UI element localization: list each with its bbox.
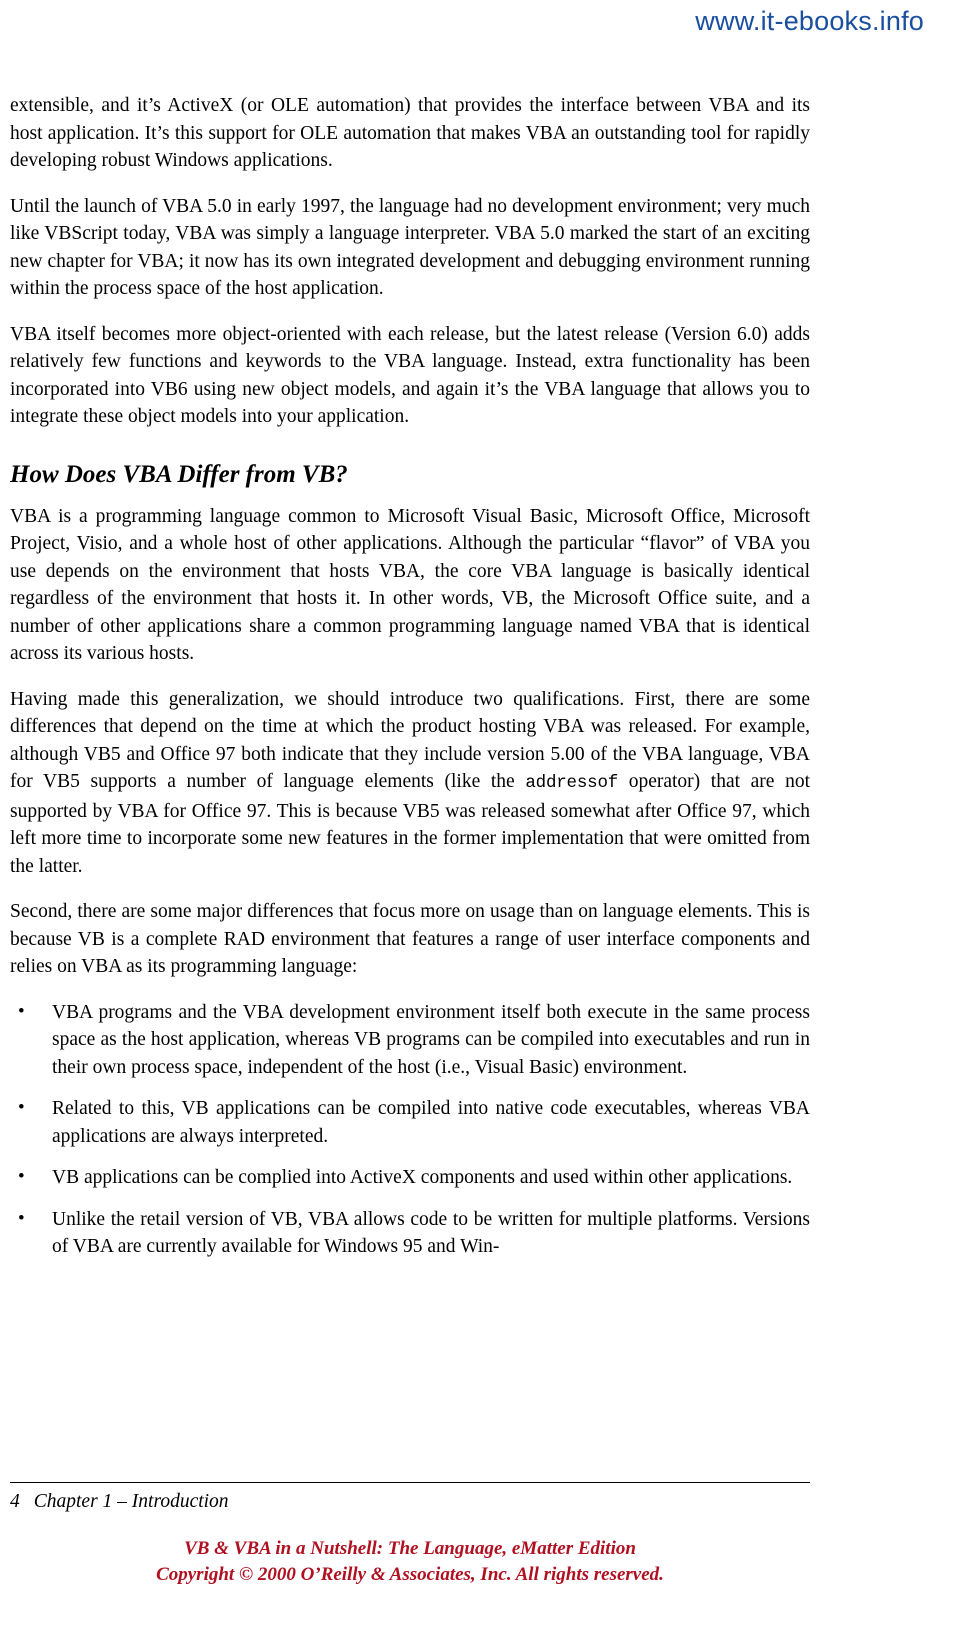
page-footer-folio: 4 Chapter 1 – Introduction xyxy=(10,1491,229,1513)
inline-code-addressof: addressof xyxy=(525,773,619,793)
page-body: extensible, and it’s ActiveX (or OLE aut… xyxy=(10,92,810,1275)
section-heading: How Does VBA Differ from VB? xyxy=(10,460,348,488)
bullet-list: VBA programs and the VBA development env… xyxy=(10,998,810,1261)
paragraph-6: Second, there are some major differences… xyxy=(10,901,810,977)
paragraph-3: VBA itself becomes more object-oriented … xyxy=(10,323,810,428)
footer-divider xyxy=(10,1482,810,1483)
page-number: 4 xyxy=(10,1491,20,1512)
chapter-label: Chapter 1 – Introduction xyxy=(33,1491,229,1512)
paragraph-1: extensible, and it’s ActiveX (or OLE aut… xyxy=(10,92,810,175)
paragraph-2: Until the launch of VBA 5.0 in early 199… xyxy=(10,195,810,300)
colophon: VB & VBA in a Nutshell: The Language, eM… xyxy=(0,1536,820,1588)
list-item: Related to this, VB applications can be … xyxy=(10,1094,810,1150)
list-item: VBA programs and the VBA development env… xyxy=(10,998,810,1082)
document-page: www.it-ebooks.info extensible, and it’s … xyxy=(0,0,960,1628)
paragraph-4: VBA is a programming language common to … xyxy=(10,505,810,665)
colophon-line-2: Copyright © 2000 O’Reilly & Associates, … xyxy=(156,1564,664,1585)
site-watermark: www.it-ebooks.info xyxy=(695,6,924,36)
colophon-line-1: VB & VBA in a Nutshell: The Language, eM… xyxy=(184,1538,636,1559)
list-item: VB applications can be complied into Act… xyxy=(10,1163,810,1192)
paragraph-5: Having made this generalization, we shou… xyxy=(10,686,810,881)
list-item: Unlike the retail version of VB, VBA all… xyxy=(10,1205,810,1261)
